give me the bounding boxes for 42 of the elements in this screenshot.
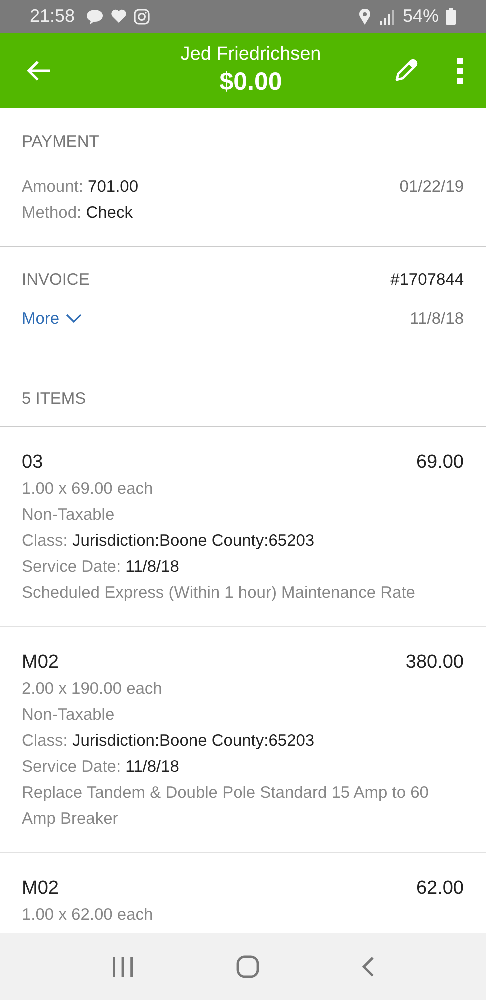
section-heading: INVOICE <box>22 271 90 290</box>
payment-field: Amount: 701.00 <box>22 174 139 200</box>
balance-amount: $0.00 <box>218 68 284 97</box>
section-heading: PAYMENT <box>22 133 100 152</box>
item-detail: Class: Jurisdiction:Boone County:65203 <box>22 531 316 552</box>
item-detail: Non-Taxable <box>22 505 116 526</box>
chevron-down-icon <box>66 314 82 324</box>
item-detail: Service Date: 11/8/18 <box>22 557 180 578</box>
invoice-date: 11/8/18 <box>410 309 464 330</box>
menu-icon <box>456 56 464 84</box>
item-detail: 1.00 x 62.00 each <box>22 905 154 926</box>
item-code: 03 <box>22 452 44 474</box>
heart-icon <box>111 9 128 24</box>
items-heading: 5 ITEMS <box>0 346 486 427</box>
item-detail: Service Date: 11/8/18 <box>22 757 180 778</box>
item-detail: Scheduled Express (Within 1 hour) Maintenance Rate <box>22 583 416 604</box>
customer-name: Jed Friedrichsen <box>180 44 322 66</box>
camera-icon <box>134 8 150 24</box>
signal-icon <box>378 8 396 24</box>
item-detail: 2.00 x 190.00 each <box>22 679 164 700</box>
back-icon[interactable] <box>361 956 376 978</box>
invoice-number: #1707844 <box>390 271 464 290</box>
battery-percent: 54% <box>402 6 439 27</box>
payment-date: 01/22/19 <box>400 177 464 198</box>
item-total: 69.00 <box>416 452 464 474</box>
item-total: 380.00 <box>406 652 464 674</box>
item-total: 62.00 <box>416 878 464 900</box>
item-detail: Replace Tandem & Double Pole Standard 15 Amp to 60 Amp Breaker <box>22 783 430 830</box>
back-arrow-icon <box>26 58 52 82</box>
item-code: M02 <box>22 652 59 674</box>
home-icon[interactable] <box>236 954 260 978</box>
chat-bubble-icon <box>86 8 104 24</box>
recent-apps-icon[interactable] <box>110 956 135 978</box>
location-pin-icon <box>358 8 371 24</box>
payment-field: Method: Check <box>22 200 139 226</box>
battery-icon <box>446 8 456 25</box>
item-code: M02 <box>22 878 59 900</box>
item-detail: Non-Taxable <box>22 705 116 726</box>
item-detail: 1.00 x 69.00 each <box>22 479 154 500</box>
status-time: 21:58 <box>30 6 76 27</box>
more-link[interactable]: More <box>22 310 82 328</box>
item-detail: Class: Jurisdiction:Boone County:65203 <box>22 731 316 752</box>
